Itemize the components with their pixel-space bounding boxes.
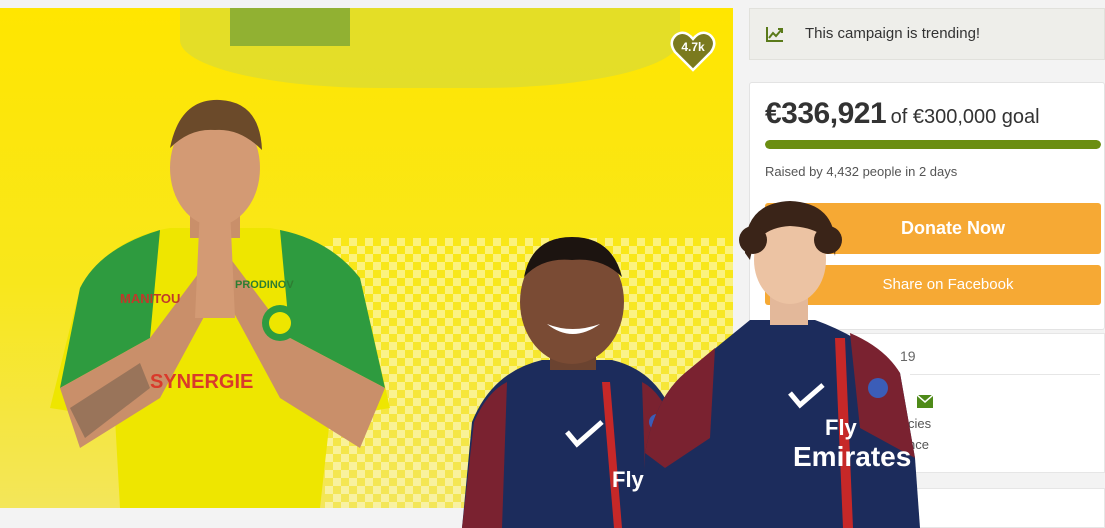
jersey-text-right-2: Emirates	[793, 441, 911, 472]
raised-by-text: Raised by 4,432 people in 2 days	[765, 164, 958, 179]
player-curly-hair-image: Fly Emirates	[645, 201, 920, 528]
trending-text: This campaign is trending!	[805, 25, 981, 42]
raised-summary: €336,921 of €300,000 goal	[765, 97, 1040, 131]
jersey-text-right-1: Fly	[825, 415, 858, 440]
progress-bar	[765, 140, 1101, 149]
favorite-count: 4.7k	[681, 40, 705, 54]
stadium-banner-green	[230, 8, 350, 46]
jersey-sponsor-left: MANITOU	[120, 291, 180, 306]
page: MANITOU PRODINOV SYNERGIE 4.7k This camp…	[0, 0, 1105, 528]
jersey-sponsor-right: PRODINOV	[235, 279, 294, 291]
progress-fill	[765, 140, 1101, 149]
jersey-front-text: SYNERGIE	[150, 371, 253, 393]
divider	[910, 374, 1100, 375]
goal-text: of €300,000 goal	[890, 106, 1040, 128]
favorite-heart-button[interactable]: 4.7k	[670, 30, 716, 72]
trend-chart-icon	[766, 27, 783, 42]
trending-notice: This campaign is trending!	[749, 8, 1105, 60]
raised-amount: €336,921	[765, 97, 887, 130]
player-praying-image: MANITOU PRODINOV SYNERGIE	[50, 99, 390, 508]
